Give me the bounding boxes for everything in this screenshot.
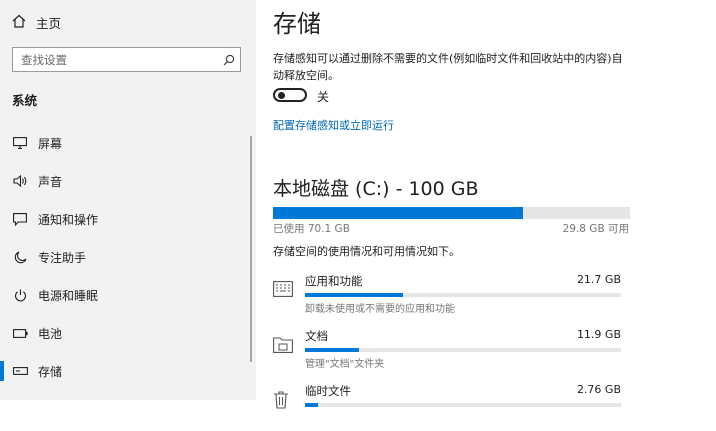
- storage-sense-description: 存储感知可以通过删除不需要的文件(例如临时文件和回收站中的内容)自动释放空间。: [273, 52, 623, 82]
- sidebar-item-label: 电池: [38, 326, 63, 341]
- sidebar-item-label: 声音: [38, 174, 63, 189]
- sidebar-item-display[interactable]: 屏幕: [0, 124, 256, 162]
- category-bar-fill: [305, 293, 403, 297]
- drive-title: 本地磁盘 (C:) - 100 GB: [273, 178, 479, 200]
- usage-intro: 存储空间的使用情况和可用情况如下。: [273, 245, 460, 258]
- toggle-knob: [278, 92, 285, 99]
- category-size: 21.7 GB: [576, 273, 621, 286]
- category-documents[interactable]: 文档 11.9 GB 管理"文档"文件夹: [273, 328, 623, 376]
- power-icon: [12, 287, 28, 303]
- category-temp-files[interactable]: 临时文件 2.76 GB: [273, 383, 623, 431]
- drive-used-label: 已使用 70.1 GB: [273, 223, 350, 235]
- sidebar-scrollbar[interactable]: [250, 136, 252, 362]
- sidebar-item-power[interactable]: 电源和睡眠: [0, 276, 256, 314]
- sidebar-item-label: 屏幕: [38, 136, 63, 151]
- category-bar: [305, 293, 621, 297]
- nav-list: 屏幕 声音 通知和操作 专注助手 电源和睡眠 电池 存储: [0, 124, 256, 390]
- notification-icon: [12, 211, 28, 227]
- category-subtext: 管理"文档"文件夹: [305, 359, 385, 370]
- drive-free-label: 29.8 GB 可用: [562, 223, 629, 235]
- sidebar-item-label: 电源和睡眠: [38, 288, 99, 303]
- section-title: 系统: [12, 93, 38, 108]
- search-icon[interactable]: [218, 54, 240, 66]
- toggle-state-label: 关: [317, 90, 330, 104]
- sidebar-item-notifications[interactable]: 通知和操作: [0, 200, 256, 238]
- search-box[interactable]: [12, 47, 241, 72]
- category-size: 2.76 GB: [576, 383, 621, 396]
- category-subtext: 卸载未使用或不需要的应用和功能: [305, 304, 455, 315]
- home-icon: [12, 14, 26, 31]
- category-bar: [305, 348, 621, 352]
- sidebar-item-label: 存储: [38, 364, 63, 379]
- sidebar-item-label: 通知和操作: [38, 212, 99, 227]
- category-name: 应用和功能: [305, 274, 363, 288]
- monitor-icon: [12, 135, 28, 151]
- sidebar-item-battery[interactable]: 电池: [0, 314, 256, 352]
- configure-storage-sense-link[interactable]: 配置存储感知或立即运行: [273, 117, 394, 133]
- category-bar-fill: [305, 348, 359, 352]
- battery-icon: [12, 325, 28, 341]
- category-name: 文档: [305, 329, 328, 343]
- drive-usage-bar[interactable]: [273, 207, 630, 219]
- page-title: 存储: [273, 10, 321, 38]
- trash-icon: [273, 391, 295, 411]
- home-link[interactable]: 主页: [12, 12, 61, 32]
- folder-icon: [273, 336, 295, 356]
- storage-icon: [12, 363, 28, 379]
- category-name: 临时文件: [305, 384, 351, 398]
- apps-icon: [273, 281, 295, 301]
- category-bar: [305, 403, 621, 407]
- search-input[interactable]: [13, 48, 218, 71]
- sidebar-item-focus-assist[interactable]: 专注助手: [0, 238, 256, 276]
- category-apps[interactable]: 应用和功能 21.7 GB 卸载未使用或不需要的应用和功能: [273, 273, 623, 321]
- category-bar-fill: [305, 403, 318, 407]
- sidebar-item-storage[interactable]: 存储: [0, 352, 256, 390]
- speaker-icon: [12, 173, 28, 189]
- sidebar: 主页 系统 屏幕 声音 通知和操作: [0, 0, 256, 400]
- moon-icon: [12, 249, 28, 265]
- category-size: 11.9 GB: [576, 328, 621, 341]
- sidebar-item-sound[interactable]: 声音: [0, 162, 256, 200]
- drive-usage-fill: [273, 207, 524, 219]
- home-label: 主页: [36, 15, 62, 31]
- main-content: 存储 存储感知可以通过删除不需要的文件(例如临时文件和回收站中的内容)自动释放空…: [273, 0, 716, 409]
- sidebar-item-label: 专注助手: [38, 250, 87, 265]
- storage-sense-toggle[interactable]: [273, 88, 307, 102]
